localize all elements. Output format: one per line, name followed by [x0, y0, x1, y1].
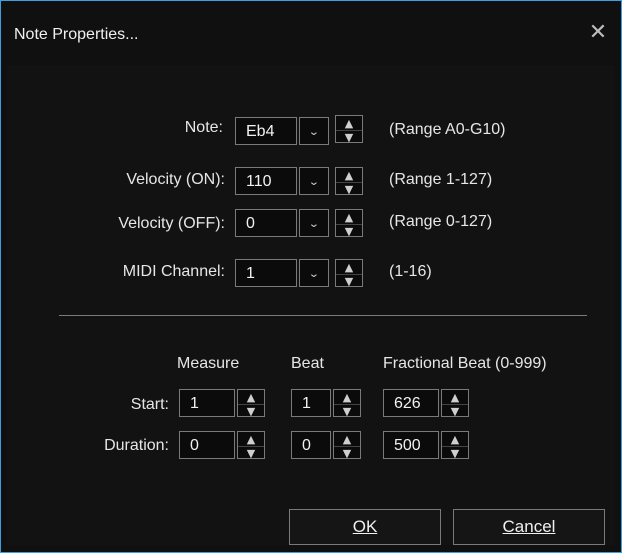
duration-fractional-value: 500 — [394, 437, 421, 454]
duration-beat-spinner[interactable]: ▲ ▼ — [333, 431, 361, 460]
spinner-down-icon[interactable]: ▼ — [238, 404, 264, 418]
start-fractional-value: 626 — [394, 395, 421, 412]
duration-label: Duration: — [104, 437, 169, 454]
duration-beat-value: 0 — [302, 437, 311, 454]
velocity-off-range: (Range 0-127) — [389, 213, 493, 230]
velocity-off-input[interactable]: 0 — [235, 209, 297, 237]
start-beat-value: 1 — [302, 395, 311, 412]
note-input[interactable]: Eb4 — [235, 117, 297, 145]
duration-fractional-input[interactable]: 500 — [383, 431, 439, 459]
midi-channel-range: (1-16) — [389, 263, 432, 280]
note-dropdown-button[interactable]: ⌄ — [299, 117, 329, 145]
duration-measure-value: 0 — [190, 437, 199, 454]
velocity-on-input[interactable]: 110 — [235, 167, 297, 195]
fractional-beat-header: Fractional Beat (0-999) — [383, 355, 547, 372]
velocity-on-range: (Range 1-127) — [389, 171, 493, 188]
spinner-up-icon[interactable]: ▲ — [238, 390, 264, 405]
start-measure-value: 1 — [190, 395, 199, 412]
dialog-title: Note Properties... — [14, 26, 139, 43]
measure-header: Measure — [177, 355, 240, 372]
spinner-down-icon[interactable]: ▼ — [238, 446, 264, 460]
note-spinner[interactable]: ▲ ▼ — [335, 115, 363, 144]
velocity-on-spinner[interactable]: ▲ ▼ — [335, 167, 363, 196]
close-icon[interactable]: ✕ — [586, 19, 610, 44]
title-bar: Note Properties... ✕ — [2, 2, 620, 64]
cancel-button[interactable]: Cancel — [453, 509, 605, 545]
spinner-up-icon[interactable]: ▲ — [336, 116, 362, 131]
midi-channel-label: MIDI Channel: — [122, 263, 225, 280]
chevron-down-icon: ⌄ — [308, 268, 320, 280]
chevron-down-icon: ⌄ — [308, 176, 320, 188]
note-value: Eb4 — [246, 123, 275, 140]
note-range: (Range A0-G10) — [389, 121, 506, 138]
spinner-up-icon[interactable]: ▲ — [334, 390, 360, 405]
spinner-up-icon[interactable]: ▲ — [238, 432, 264, 447]
spinner-up-icon[interactable]: ▲ — [442, 390, 468, 405]
note-label: Note: — [184, 119, 223, 136]
velocity-off-label: Velocity (OFF): — [118, 215, 225, 232]
start-beat-spinner[interactable]: ▲ ▼ — [333, 389, 361, 418]
spinner-up-icon[interactable]: ▲ — [442, 432, 468, 447]
duration-fractional-spinner[interactable]: ▲ ▼ — [441, 431, 469, 460]
chevron-down-icon: ⌄ — [308, 218, 320, 230]
velocity-on-label: Velocity (ON): — [126, 171, 225, 188]
spinner-down-icon[interactable]: ▼ — [336, 182, 362, 196]
start-measure-input[interactable]: 1 — [179, 389, 235, 417]
start-beat-input[interactable]: 1 — [291, 389, 331, 417]
ok-button[interactable]: OK — [289, 509, 441, 545]
dialog-content: Note: Eb4 ⌄ ▲ ▼ (Range A0-G10) Velocity … — [7, 65, 615, 545]
velocity-off-value: 0 — [246, 215, 255, 232]
velocity-off-dropdown-button[interactable]: ⌄ — [299, 209, 329, 237]
duration-measure-spinner[interactable]: ▲ ▼ — [237, 431, 265, 460]
start-fractional-input[interactable]: 626 — [383, 389, 439, 417]
spinner-up-icon[interactable]: ▲ — [336, 260, 362, 275]
spinner-up-icon[interactable]: ▲ — [336, 210, 362, 225]
spinner-up-icon[interactable]: ▲ — [334, 432, 360, 447]
spinner-down-icon[interactable]: ▼ — [336, 130, 362, 144]
start-fractional-spinner[interactable]: ▲ ▼ — [441, 389, 469, 418]
midi-channel-spinner[interactable]: ▲ ▼ — [335, 259, 363, 288]
midi-channel-value: 1 — [246, 265, 255, 282]
spinner-down-icon[interactable]: ▼ — [442, 446, 468, 460]
start-measure-spinner[interactable]: ▲ ▼ — [237, 389, 265, 418]
spinner-down-icon[interactable]: ▼ — [336, 274, 362, 288]
velocity-on-value: 110 — [246, 173, 272, 190]
chevron-down-icon: ⌄ — [308, 126, 320, 138]
divider — [59, 315, 587, 316]
spinner-down-icon[interactable]: ▼ — [442, 404, 468, 418]
spinner-down-icon[interactable]: ▼ — [334, 404, 360, 418]
velocity-off-spinner[interactable]: ▲ ▼ — [335, 209, 363, 238]
note-properties-dialog: Note Properties... ✕ Note: Eb4 ⌄ ▲ ▼ (Ra… — [0, 0, 622, 553]
duration-measure-input[interactable]: 0 — [179, 431, 235, 459]
start-label: Start: — [130, 396, 169, 413]
duration-beat-input[interactable]: 0 — [291, 431, 331, 459]
spinner-down-icon[interactable]: ▼ — [334, 446, 360, 460]
spinner-down-icon[interactable]: ▼ — [336, 224, 362, 238]
midi-channel-input[interactable]: 1 — [235, 259, 297, 287]
midi-channel-dropdown-button[interactable]: ⌄ — [299, 259, 329, 287]
velocity-on-dropdown-button[interactable]: ⌄ — [299, 167, 329, 195]
spinner-up-icon[interactable]: ▲ — [336, 168, 362, 183]
beat-header: Beat — [291, 355, 324, 372]
